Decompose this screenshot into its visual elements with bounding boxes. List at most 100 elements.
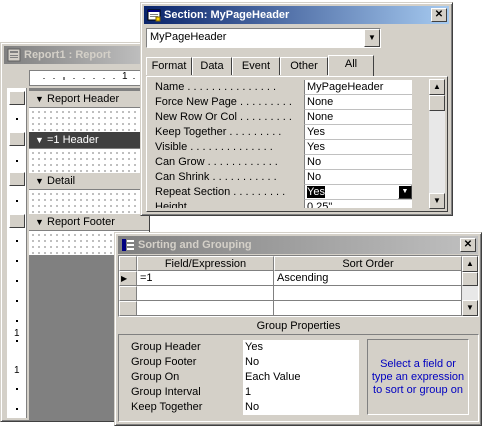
scroll-thumb[interactable] [429, 95, 445, 111]
tab-all[interactable]: All [328, 55, 374, 76]
property-value: Yes [307, 186, 325, 198]
property-list-scrollbar[interactable]: ▲ ▼ [429, 79, 445, 209]
tab-other[interactable]: Other [280, 57, 328, 75]
property-row-repeat-section[interactable]: Repeat Section . . . . . . . . . Yes ▼ [151, 185, 413, 200]
property-row-can-grow[interactable]: Can Grow . . . . . . . . . . . . No [151, 155, 413, 170]
chevron-up-icon: ▲ [433, 82, 441, 91]
section-detail[interactable] [29, 190, 149, 214]
property-value[interactable]: No [304, 170, 412, 185]
sort-order-cell[interactable]: Ascending [274, 271, 462, 286]
property-row-height[interactable]: Height . . . . . . . . . . . . . . 0.25" [151, 200, 413, 208]
group-footer-value[interactable]: No [243, 355, 359, 370]
sort-grid-scrollbar[interactable]: ▲ ▼ [462, 256, 478, 316]
group-indicator-icon: ▶ [121, 274, 128, 283]
scroll-thumb[interactable] [462, 272, 478, 286]
property-row-keep-together[interactable]: Keep Together . . . . . . . . . Yes [151, 125, 413, 140]
sorting-grouping-title: Sorting and Grouping [138, 239, 252, 251]
object-select-dropdown-button[interactable]: ▼ [364, 29, 380, 47]
scroll-up-button[interactable]: ▲ [429, 79, 445, 95]
property-row-name[interactable]: Name . . . . . . . . . . . . . . . MyPage… [151, 80, 413, 95]
group-properties-panel: Group Header Yes Group Footer No Group O… [118, 334, 479, 422]
group-header-value[interactable]: Yes [243, 340, 359, 355]
report-icon [7, 48, 21, 62]
section-report-header[interactable] [29, 108, 149, 132]
cell-text: Ascending [277, 272, 329, 284]
property-name: Can Grow . . . . . . . . . . . . [155, 156, 278, 168]
tab-label: Data [200, 60, 224, 72]
close-icon: ✕ [463, 239, 473, 250]
tab-event[interactable]: Event [232, 57, 280, 75]
sorting-grouping-window: Sorting and Grouping ✕ Field/Expression … [114, 232, 482, 426]
property-name: Keep Together . . . . . . . . . [155, 126, 282, 138]
property-list-panel: Name . . . . . . . . . . . . . . . MyPage… [146, 76, 448, 212]
property-row-new-row-or-col[interactable]: New Row Or Col . . . . . . . . . None [151, 110, 413, 125]
property-name: Can Shrink . . . . . . . . . . . [155, 171, 277, 183]
scroll-down-button[interactable]: ▼ [462, 300, 478, 316]
band-arrow-icon: ▼ [35, 94, 44, 104]
group-on-value[interactable]: Each Value [243, 370, 359, 385]
band-group-header[interactable]: ▼ =1 Header [29, 132, 149, 149]
tab-strip: Format Data Event Other All [146, 55, 446, 77]
property-name: Name . . . . . . . . . . . . . . . [155, 81, 277, 93]
tab-format[interactable]: Format [146, 57, 192, 75]
help-text-box: Select a field or type an expression to … [367, 339, 469, 415]
tab-label: Event [241, 60, 271, 72]
column-header-field[interactable]: Field/Expression [137, 256, 274, 271]
sort-order-cell[interactable] [274, 301, 462, 316]
property-name: Force New Page . . . . . . . . . [155, 96, 292, 108]
scroll-down-button[interactable]: ▼ [429, 193, 445, 209]
property-row-force-new-page[interactable]: Force New Page . . . . . . . . . None [151, 95, 413, 110]
property-value[interactable]: None [304, 110, 412, 125]
column-header-label: Field/Expression [164, 258, 247, 270]
report-title-bar[interactable]: Report1 : Report [4, 46, 146, 64]
close-button[interactable]: ✕ [460, 238, 476, 252]
property-row-can-shrink[interactable]: Can Shrink . . . . . . . . . . . No [151, 170, 413, 185]
tab-label: Format [151, 60, 187, 72]
property-sheet-title-bar[interactable]: Section: MyPageHeader ✕ [144, 6, 449, 24]
sorting-grouping-title-bar[interactable]: Sorting and Grouping ✕ [118, 236, 478, 254]
chevron-down-icon: ▼ [433, 196, 441, 205]
scroll-up-button[interactable]: ▲ [462, 256, 478, 272]
grid-corner [119, 256, 137, 271]
object-select[interactable]: MyPageHeader ▼ [146, 28, 381, 48]
property-sheet-window: Section: MyPageHeader ✕ MyPageHeader ▼ F… [140, 2, 453, 216]
row-selector[interactable] [119, 286, 137, 301]
property-value[interactable]: Yes [304, 125, 412, 140]
property-value-select[interactable]: Yes ▼ [304, 185, 412, 200]
column-header-sort[interactable]: Sort Order [274, 256, 462, 271]
band-report-header[interactable]: ▼ Report Header [29, 91, 149, 108]
chevron-up-icon: ▲ [466, 259, 474, 268]
property-value[interactable]: No [304, 155, 412, 170]
property-row-visible[interactable]: Visible . . . . . . . . . . . . . . Yes [151, 140, 413, 155]
property-value[interactable]: Yes [304, 140, 412, 155]
chevron-down-icon: ▼ [368, 33, 376, 42]
group-footer-label: Group Footer [131, 356, 197, 368]
group-interval-label: Group Interval [131, 386, 201, 398]
band-arrow-icon: ▼ [35, 217, 44, 227]
property-name: Repeat Section . . . . . . . . . [155, 186, 286, 198]
group-properties-header: Group Properties [256, 320, 341, 332]
property-value[interactable]: None [304, 95, 412, 110]
row-selector[interactable] [119, 301, 137, 316]
sort-grid: Field/Expression Sort Order ▶ =1 Ascendi… [118, 255, 479, 317]
group-interval-value[interactable]: 1 [243, 385, 359, 400]
band-report-footer[interactable]: ▼ Report Footer [29, 214, 149, 231]
help-text: Select a field or type an expression to … [371, 357, 465, 396]
property-dropdown-button[interactable]: ▼ [398, 185, 412, 199]
horizontal-ruler: 1 [29, 70, 149, 86]
field-expression-cell[interactable]: =1 [137, 271, 274, 286]
keep-together-value[interactable]: No [243, 400, 359, 415]
field-expression-cell[interactable] [137, 286, 274, 301]
field-expression-cell[interactable] [137, 301, 274, 316]
close-button[interactable]: ✕ [431, 8, 447, 22]
band-label: Report Footer [47, 216, 115, 228]
property-value[interactable]: 0.25" [304, 200, 412, 208]
sort-order-cell[interactable] [274, 286, 462, 301]
section-group-header[interactable] [29, 149, 149, 173]
property-value[interactable]: MyPageHeader [304, 80, 412, 95]
cell-text: =1 [140, 272, 153, 284]
tab-data[interactable]: Data [192, 57, 232, 75]
group-on-label: Group On [131, 371, 180, 383]
band-detail[interactable]: ▼ Detail [29, 173, 149, 190]
row-selector[interactable]: ▶ [119, 271, 137, 286]
